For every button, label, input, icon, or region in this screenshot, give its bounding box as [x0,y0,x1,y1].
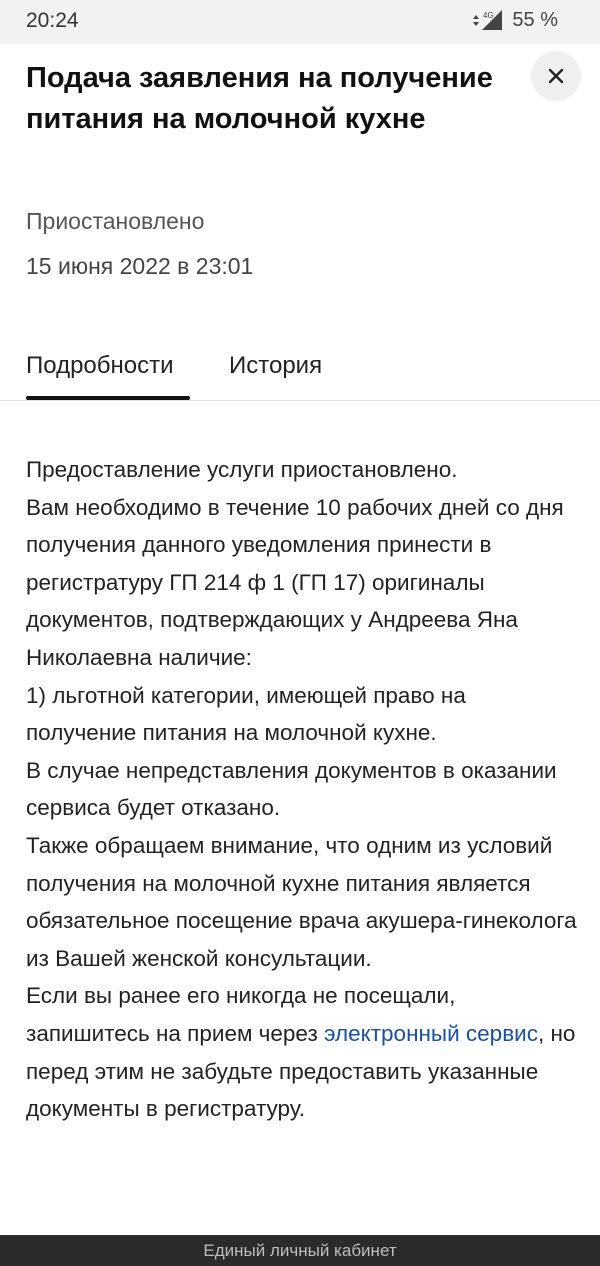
network-type-label: 4G [483,11,494,20]
details-paragraph: Вам необходимо в течение 10 рабочих дней… [26,494,564,670]
screen: 20:24 4G 55 % Подача заявления на получе… [0,0,600,1266]
application-date: 15 июня 2022 в 23:01 [26,253,254,279]
status-time: 20:24 [26,9,79,32]
details-paragraph: Также обращаем внимание, что одним из ус… [26,832,577,971]
active-tab-indicator [26,396,190,400]
battery-level: 55 % [512,9,558,31]
bottom-bar: Единый личный кабинет [0,1235,600,1266]
electronic-service-link[interactable]: электронный сервис [324,1021,538,1046]
tab-bar: Подробности История [0,340,600,401]
status-indicators: 4G 55 % [470,9,558,32]
close-button[interactable] [531,51,581,101]
status-bar: 20:24 4G 55 % [0,0,600,44]
application-status: Приостановлено [26,208,205,234]
tab-history[interactable]: История [229,352,322,380]
mobile-signal-icon: 4G [470,9,504,32]
details-paragraph-with-link: Если вы ранее его никогда не посещали, з… [26,977,578,1127]
tab-details[interactable]: Подробности [26,352,174,380]
details-content: Предоставление услуги приостановлено. Ва… [26,451,578,1128]
details-paragraph: Предоставление услуги приостановлено. [26,457,458,482]
details-paragraph: 1) льготной категории, имеющей право на … [26,682,466,746]
footer-label: Единый личный кабинет [203,1240,397,1260]
page-title: Подача заявления на получение питания на… [26,62,493,135]
close-icon [548,68,564,84]
details-paragraph: В случае непредставления документов в ок… [26,757,557,821]
